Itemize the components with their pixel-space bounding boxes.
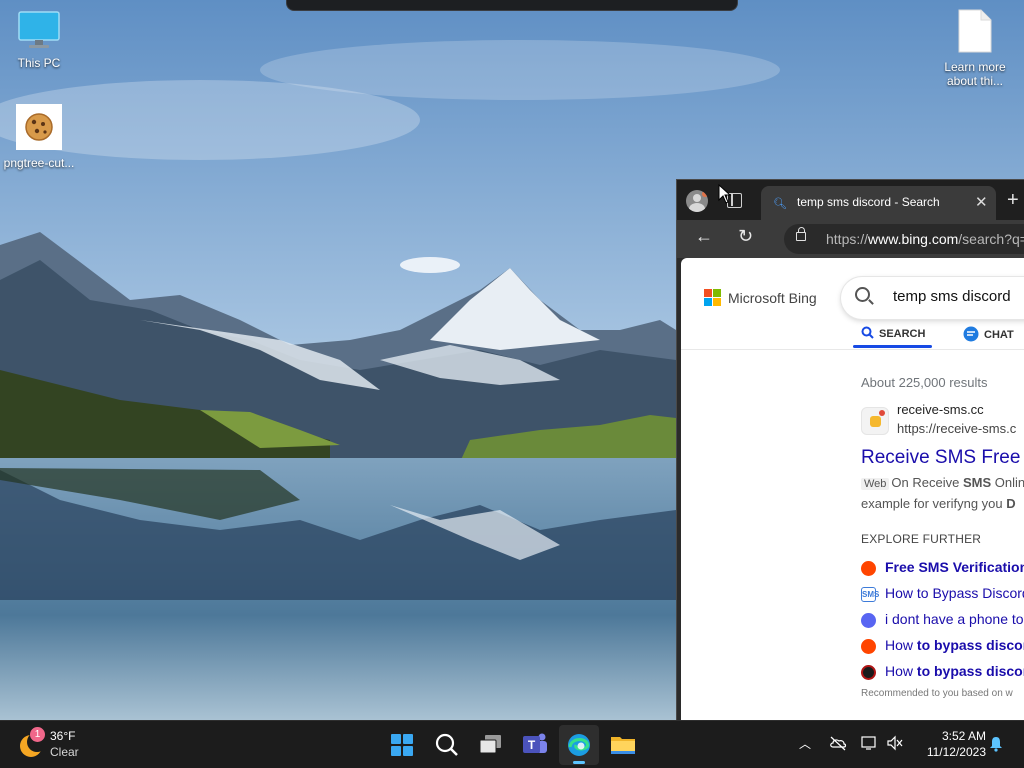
desktop-icon-learn-more[interactable]: Learn more about thi... bbox=[936, 8, 1014, 88]
weather-condition: Clear bbox=[50, 745, 79, 759]
edge-taskbar-button[interactable] bbox=[559, 725, 599, 765]
chevron-up-icon[interactable]: ︿ bbox=[799, 735, 811, 752]
address-bar[interactable]: https://www.bing.com/search?q= bbox=[784, 224, 1024, 254]
microsoft-logo-icon[interactable] bbox=[704, 289, 722, 307]
tab-search[interactable]: 🔍︎ temp sms discord - Search ✕ bbox=[761, 186, 996, 220]
desktop-icon-label: pngtree-cut... bbox=[3, 156, 75, 170]
monitor-icon bbox=[18, 11, 60, 48]
network-icon[interactable] bbox=[860, 735, 878, 751]
start-button[interactable] bbox=[382, 725, 422, 765]
desktop-icon-label: Learn more about thi... bbox=[944, 60, 1006, 88]
profile-avatar-icon[interactable] bbox=[686, 190, 708, 212]
scope-tab-search[interactable]: SEARCH bbox=[861, 326, 925, 340]
notification-badge: 1 bbox=[30, 727, 45, 742]
file-explorer-icon bbox=[611, 737, 635, 754]
taskbar-search-button[interactable] bbox=[427, 725, 467, 765]
search-favicon-icon: 🔍︎ bbox=[773, 198, 787, 210]
clock-date: 11/12/2023 bbox=[926, 745, 986, 759]
taskbar: 1 36°F Clear T ︿ 3:52 AM 11/12/2023 bbox=[0, 720, 1024, 768]
clock-time: 3:52 AM bbox=[941, 729, 986, 743]
sms-icon: SMS bbox=[861, 587, 879, 602]
recommendation-footnote: Recommended to you based on w bbox=[861, 688, 1013, 699]
onedrive-offline-icon[interactable] bbox=[829, 735, 847, 751]
task-view-button[interactable] bbox=[471, 725, 511, 765]
search-icon bbox=[855, 287, 870, 302]
search-icon bbox=[435, 733, 458, 756]
site-favicon-icon[interactable] bbox=[861, 407, 889, 435]
header-divider bbox=[681, 349, 1024, 350]
lock-icon[interactable] bbox=[796, 227, 806, 241]
result-count: About 225,000 results bbox=[861, 375, 988, 390]
volume-muted-icon[interactable] bbox=[886, 735, 904, 751]
teams-button[interactable]: T bbox=[515, 725, 555, 765]
task-view-icon bbox=[479, 735, 501, 754]
chat-icon bbox=[963, 326, 979, 342]
teams-icon: T bbox=[523, 733, 547, 753]
search-input[interactable]: temp sms discord bbox=[841, 277, 1024, 319]
refresh-button[interactable]: ↻ bbox=[738, 226, 753, 247]
scope-tab-chat[interactable]: CHAT bbox=[963, 326, 1014, 342]
reddit-icon bbox=[861, 639, 876, 654]
result-site-name[interactable]: receive-sms.cc bbox=[897, 402, 984, 417]
desktop-icon-this-pc[interactable]: This PC bbox=[0, 10, 78, 70]
mouse-cursor-icon bbox=[718, 184, 732, 204]
notification-bell-icon[interactable] bbox=[988, 736, 1004, 752]
active-scope-indicator bbox=[853, 345, 932, 348]
weather-widget[interactable]: 1 36°F Clear bbox=[18, 727, 88, 765]
file-explorer-button[interactable] bbox=[603, 725, 643, 765]
weather-temperature: 36°F bbox=[50, 729, 76, 743]
close-tab-icon[interactable]: ✕ bbox=[975, 193, 988, 211]
search-icon bbox=[861, 326, 874, 339]
reddit-icon bbox=[861, 561, 876, 576]
explore-further-heading: EXPLORE FURTHER bbox=[861, 532, 982, 546]
edge-browser-window: 🔍︎ temp sms discord - Search ✕ + ← ↻ htt… bbox=[676, 179, 1024, 720]
desktop-icon-pngtree-file[interactable]: pngtree-cut... bbox=[0, 104, 78, 170]
back-button[interactable]: ← bbox=[695, 226, 713, 247]
result-title-link[interactable]: Receive SMS Free bbox=[861, 447, 1020, 469]
spider-icon bbox=[861, 665, 876, 680]
search-query: temp sms discord bbox=[893, 288, 1011, 305]
bing-brand-text[interactable]: Microsoft Bing bbox=[728, 290, 817, 306]
bing-results-page: Microsoft Bing temp sms discord SEARCH C… bbox=[681, 258, 1024, 720]
result-snippet: Web On Receive SMS Onlin bbox=[861, 475, 1024, 490]
window-snap-bar bbox=[286, 0, 738, 11]
tab-title: temp sms discord - Search bbox=[797, 195, 940, 209]
new-tab-button[interactable]: + bbox=[1007, 189, 1019, 212]
start-icon bbox=[391, 734, 413, 756]
browser-toolbar: ← ↻ https://www.bing.com/search?q= bbox=[677, 220, 1024, 258]
svg-text:T: T bbox=[528, 738, 536, 752]
result-site-url[interactable]: https://receive-sms.c bbox=[897, 421, 1016, 436]
cookie-image-icon bbox=[16, 104, 62, 150]
desktop-icon-label: This PC bbox=[17, 56, 61, 70]
discord-icon bbox=[861, 613, 876, 628]
address-url: https://www.bing.com/search?q= bbox=[826, 231, 1024, 247]
web-tag: Web bbox=[861, 478, 890, 490]
document-icon bbox=[958, 9, 992, 53]
result-snippet-line2: example for verifyng you D bbox=[861, 496, 1016, 511]
edge-icon bbox=[568, 734, 590, 756]
system-clock[interactable]: 3:52 AM 11/12/2023 bbox=[916, 728, 986, 760]
